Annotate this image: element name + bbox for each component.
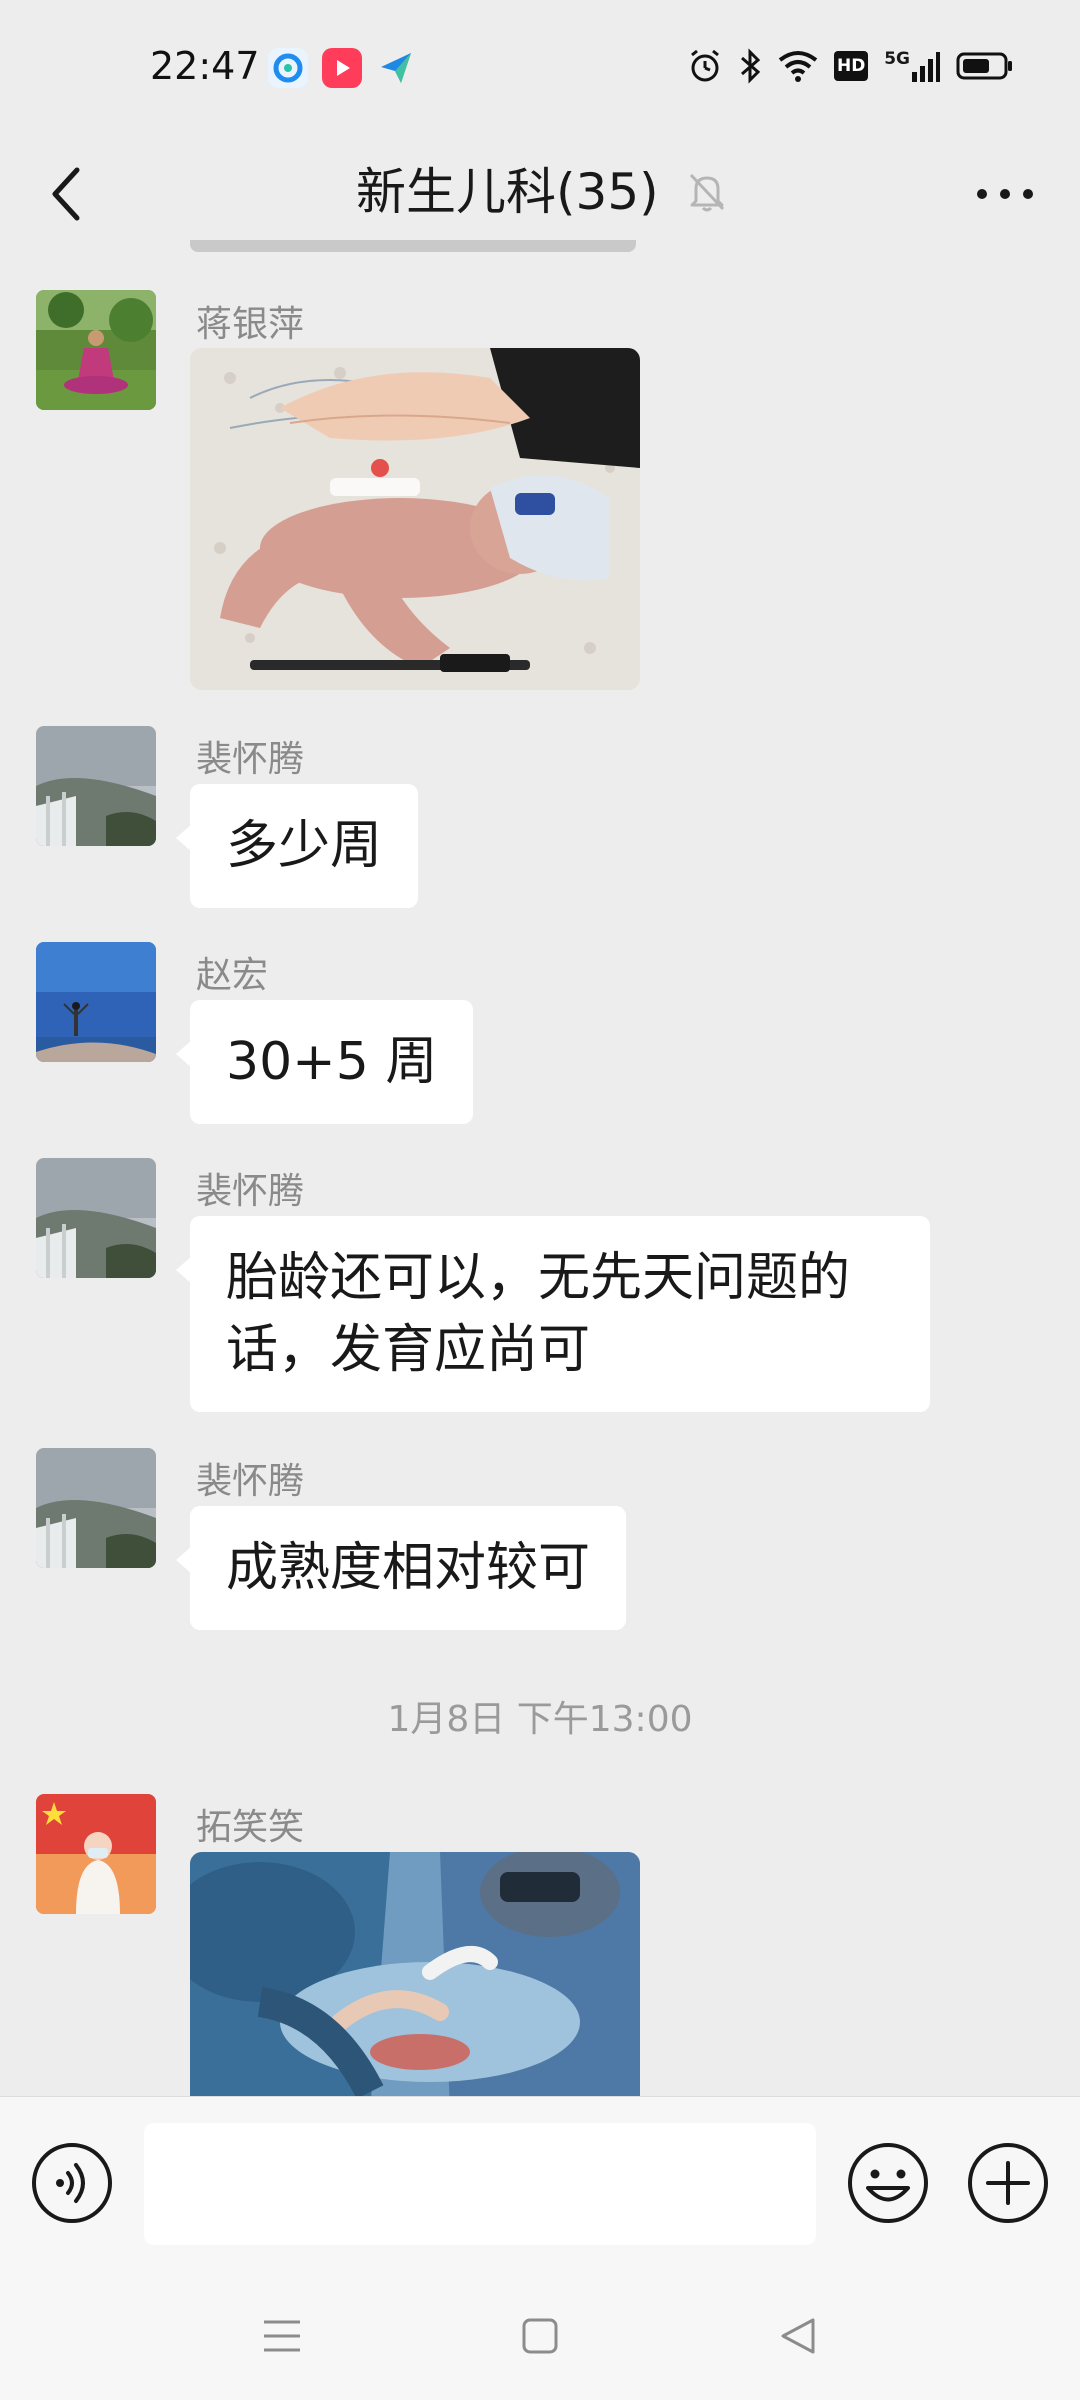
system-navigation bbox=[0, 2270, 1080, 2400]
more-button[interactable] bbox=[960, 154, 1050, 234]
chevron-left-icon bbox=[52, 167, 80, 221]
menu-icon bbox=[264, 2320, 300, 2352]
image-message[interactable] bbox=[190, 348, 640, 690]
hd-icon: HD bbox=[834, 51, 869, 81]
image-message[interactable] bbox=[190, 1852, 640, 2100]
menu-button[interactable] bbox=[252, 2306, 312, 2366]
signal-icon: 5G bbox=[884, 50, 940, 82]
avatar[interactable] bbox=[36, 1448, 156, 1568]
bluetooth-icon bbox=[738, 48, 762, 84]
home-button[interactable] bbox=[510, 2306, 570, 2366]
avatar[interactable] bbox=[36, 1794, 156, 1914]
message-input[interactable] bbox=[144, 2123, 816, 2245]
message-bubble[interactable]: 多少周 bbox=[175, 784, 419, 908]
qq-browser-icon bbox=[268, 48, 308, 88]
send-app-icon bbox=[376, 48, 416, 88]
bell-muted-icon bbox=[685, 170, 729, 214]
video-app-icon bbox=[322, 48, 362, 88]
timestamp: 1月8日 下午13:00 bbox=[387, 1699, 693, 1740]
voice-icon bbox=[32, 2143, 112, 2223]
message-bubble[interactable]: 胎龄还可以，无先天问题的 话，发育应尚可 bbox=[176, 1216, 930, 1412]
chat-message-list[interactable]: 蒋银萍 裴怀腾 多少周 赵宏 30+5 周 裴怀腾 胎龄还可以，无先天问题的 话… bbox=[0, 240, 1080, 2100]
sender-name: 裴怀腾 bbox=[196, 1461, 305, 1502]
back-triangle-icon bbox=[781, 2318, 815, 2354]
plus-circle-icon bbox=[968, 2143, 1048, 2223]
message-bubble[interactable]: 成熟度相对较可 bbox=[175, 1506, 627, 1630]
avatar[interactable] bbox=[36, 290, 156, 410]
message-line: 话，发育应尚可 bbox=[226, 1320, 591, 1380]
status-time: 22:47 bbox=[150, 44, 260, 88]
sender-name: 蒋银萍 bbox=[196, 304, 305, 345]
sender-name: 裴怀腾 bbox=[196, 1171, 305, 1212]
voice-button[interactable] bbox=[30, 2141, 114, 2225]
avatar[interactable] bbox=[36, 726, 156, 846]
alarm-icon bbox=[688, 48, 722, 84]
status-bar: 22:47 HD 5G bbox=[0, 0, 1080, 140]
avatar[interactable] bbox=[36, 1158, 156, 1278]
sender-name: 赵宏 bbox=[196, 955, 269, 996]
message-line: 胎龄还可以，无先天问题的 bbox=[226, 1248, 851, 1308]
chat-title: 新生儿科(35) bbox=[356, 163, 659, 221]
wifi-icon bbox=[778, 50, 818, 82]
battery-icon bbox=[956, 51, 1014, 81]
back-system-button[interactable] bbox=[768, 2306, 828, 2366]
sender-name: 裴怀腾 bbox=[196, 739, 305, 780]
emoji-button[interactable] bbox=[846, 2141, 930, 2225]
message-bubble[interactable]: 30+5 周 bbox=[175, 1000, 474, 1124]
back-button[interactable] bbox=[36, 154, 96, 234]
sender-name: 拓笑笑 bbox=[196, 1807, 305, 1848]
previous-image-edge bbox=[190, 240, 636, 252]
emoji-icon bbox=[848, 2143, 928, 2223]
more-dots-icon bbox=[977, 189, 1033, 199]
home-square-icon bbox=[522, 2318, 558, 2354]
input-bar bbox=[0, 2096, 1080, 2270]
plus-button[interactable] bbox=[966, 2141, 1050, 2225]
avatar[interactable] bbox=[36, 942, 156, 1062]
